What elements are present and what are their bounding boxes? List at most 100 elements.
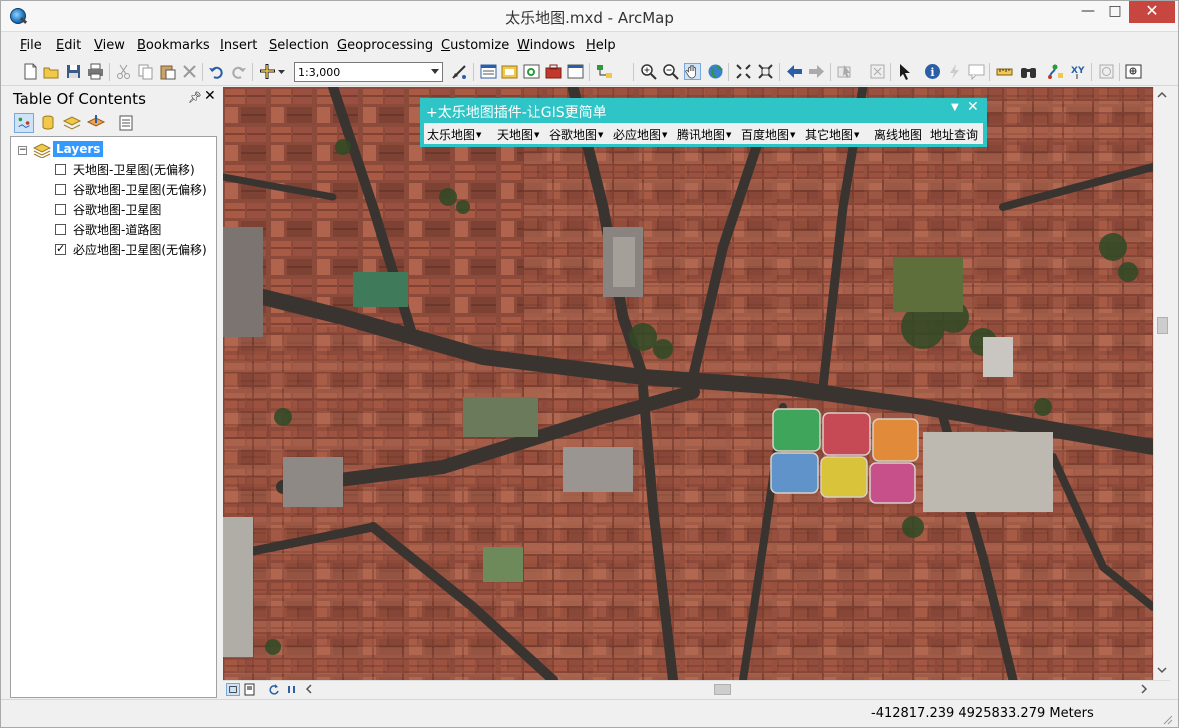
tailedi-plugin-toolbar[interactable]: +太乐地图插件-让GIS更简单 ▼ ✕ 太乐地图▼ 天地图▼ 谷歌地图▼ 必应地…: [420, 98, 987, 147]
list-by-drawing-order-icon[interactable]: [14, 113, 34, 133]
html-popup-icon[interactable]: [968, 63, 985, 80]
menu-insert[interactable]: Insert: [220, 38, 257, 53]
toc-options-icon[interactable]: [116, 113, 136, 133]
redo-icon[interactable]: [230, 63, 247, 80]
menu-file[interactable]: File: [20, 38, 42, 53]
horizontal-scroll-thumb[interactable]: [714, 684, 731, 695]
delete-icon[interactable]: [181, 63, 198, 80]
create-viewer-window-icon[interactable]: [1125, 63, 1142, 80]
catalog-icon[interactable]: [501, 63, 518, 80]
go-forward-extent-icon[interactable]: [808, 63, 825, 80]
clear-selection-icon[interactable]: [869, 63, 886, 80]
refresh-icon[interactable]: [267, 683, 280, 696]
layer-google-satellite[interactable]: 谷歌地图-卫星图: [73, 201, 161, 218]
layout-view-icon[interactable]: [243, 683, 256, 696]
close-button[interactable]: ✕: [1129, 1, 1175, 23]
data-frame-layers[interactable]: Layers: [53, 141, 104, 157]
layer-visibility-checkbox[interactable]: [55, 164, 66, 175]
vertical-scrollbar[interactable]: [1153, 87, 1170, 680]
go-back-extent-icon[interactable]: [786, 63, 803, 80]
menu-geoprocessing[interactable]: Geoprocessing: [337, 38, 433, 53]
layer-visibility-checkbox[interactable]: [55, 204, 66, 215]
data-view-icon[interactable]: [226, 683, 240, 696]
resize-grip-icon[interactable]: [1161, 713, 1173, 725]
map-display[interactable]: +太乐地图插件-让GIS更简单 ▼ ✕ 太乐地图▼ 天地图▼ 谷歌地图▼ 必应地…: [223, 87, 1153, 680]
select-elements-arrow-icon[interactable]: [897, 63, 914, 80]
measure-ruler-icon[interactable]: [996, 63, 1013, 80]
layer-google-road[interactable]: 谷歌地图-道路图: [73, 221, 161, 238]
menu-edit[interactable]: Edit: [56, 38, 81, 53]
layer-tianditu-satellite[interactable]: 天地图-卫星图(无偏移): [73, 161, 195, 178]
menu-view[interactable]: View: [94, 38, 125, 53]
pin-icon[interactable]: 📌︎: [188, 91, 202, 104]
minimize-button[interactable]: —: [1075, 1, 1101, 23]
scroll-up-arrow-icon[interactable]: [1157, 90, 1167, 100]
cut-icon[interactable]: [115, 63, 132, 80]
plugin-close-button[interactable]: ✕: [967, 99, 979, 115]
plugin-menu-google[interactable]: 谷歌地图▼: [549, 126, 603, 143]
pan-hand-icon[interactable]: [684, 63, 701, 80]
plugin-menu-bing[interactable]: 必应地图▼: [613, 126, 667, 143]
vertical-scroll-thumb[interactable]: [1157, 317, 1168, 334]
save-icon[interactable]: [65, 63, 82, 80]
chevron-down-icon[interactable]: ▼: [951, 102, 959, 113]
list-by-visibility-icon[interactable]: [62, 113, 82, 133]
menu-selection[interactable]: Selection: [269, 38, 329, 53]
menu-help[interactable]: Help: [586, 38, 616, 53]
plugin-menu-tianditu[interactable]: 天地图▼: [497, 126, 539, 143]
scroll-right-arrow-icon[interactable]: [1139, 684, 1149, 694]
open-folder-icon[interactable]: [43, 63, 60, 80]
plugin-menu-other[interactable]: 其它地图▼: [805, 126, 859, 143]
new-document-icon[interactable]: [22, 63, 39, 80]
layer-bing-satellite-nooffset[interactable]: 必应地图-卫星图(无偏移): [73, 241, 207, 258]
plugin-menu-tailedi[interactable]: 太乐地图▼: [427, 126, 481, 143]
print-icon[interactable]: [87, 63, 104, 80]
maximize-button[interactable]: □: [1102, 1, 1128, 23]
menu-customize[interactable]: Customize: [441, 38, 509, 53]
find-route-icon[interactable]: [1047, 63, 1064, 80]
zoom-in-icon[interactable]: [640, 63, 657, 80]
plugin-offline-map-link[interactable]: 离线地图: [874, 126, 922, 143]
map-scale-combobox[interactable]: 1:3,000: [294, 62, 443, 82]
fixed-zoom-out-icon[interactable]: [757, 63, 774, 80]
zoom-out-icon[interactable]: [662, 63, 679, 80]
fixed-zoom-in-icon[interactable]: [735, 63, 752, 80]
scroll-left-arrow-icon[interactable]: [304, 684, 314, 694]
pause-drawing-icon[interactable]: [285, 683, 298, 696]
time-slider-icon[interactable]: [1098, 63, 1115, 80]
satellite-imagery[interactable]: [223, 87, 1153, 680]
list-by-source-icon[interactable]: [38, 113, 58, 133]
plugin-menu-baidu[interactable]: 百度地图▼: [741, 126, 795, 143]
add-data-dropdown-icon[interactable]: [277, 63, 286, 80]
table-of-contents-icon[interactable]: [480, 63, 497, 80]
search-window-icon[interactable]: [523, 63, 540, 80]
paste-icon[interactable]: [159, 63, 176, 80]
identify-info-icon[interactable]: i: [924, 63, 941, 80]
menu-windows[interactable]: Windows: [517, 38, 575, 53]
plugin-address-search-link[interactable]: 地址查询: [930, 126, 978, 143]
undo-icon[interactable]: [208, 63, 225, 80]
collapse-icon[interactable]: −: [18, 146, 27, 155]
select-features-icon[interactable]: [836, 63, 853, 80]
copy-icon[interactable]: [137, 63, 154, 80]
arctoolbox-icon[interactable]: [545, 63, 562, 80]
chevron-down-icon[interactable]: [431, 69, 439, 74]
find-binoculars-icon[interactable]: [1020, 63, 1037, 80]
menu-bookmarks[interactable]: Bookmarks: [137, 38, 210, 53]
toc-close-button[interactable]: ✕: [204, 88, 216, 104]
add-data-icon[interactable]: [259, 63, 276, 80]
python-window-icon[interactable]: [567, 63, 584, 80]
plugin-menu-tencent[interactable]: 腾讯地图▼: [677, 126, 731, 143]
hyperlink-bolt-icon[interactable]: [946, 63, 963, 80]
layer-visibility-checkbox[interactable]: [55, 224, 66, 235]
go-to-xy-icon[interactable]: XY: [1069, 63, 1086, 80]
scroll-down-arrow-icon[interactable]: [1157, 665, 1167, 675]
layer-google-satellite-nooffset[interactable]: 谷歌地图-卫星图(无偏移): [73, 181, 207, 198]
full-extent-globe-icon[interactable]: [707, 63, 724, 80]
layer-visibility-checkbox-checked[interactable]: [55, 242, 66, 255]
model-builder-icon[interactable]: [596, 63, 613, 80]
list-by-selection-icon[interactable]: [86, 113, 106, 133]
layer-visibility-checkbox[interactable]: [55, 184, 66, 195]
editor-toolbar-icon[interactable]: [451, 63, 468, 80]
horizontal-scrollbar[interactable]: [223, 680, 1170, 698]
